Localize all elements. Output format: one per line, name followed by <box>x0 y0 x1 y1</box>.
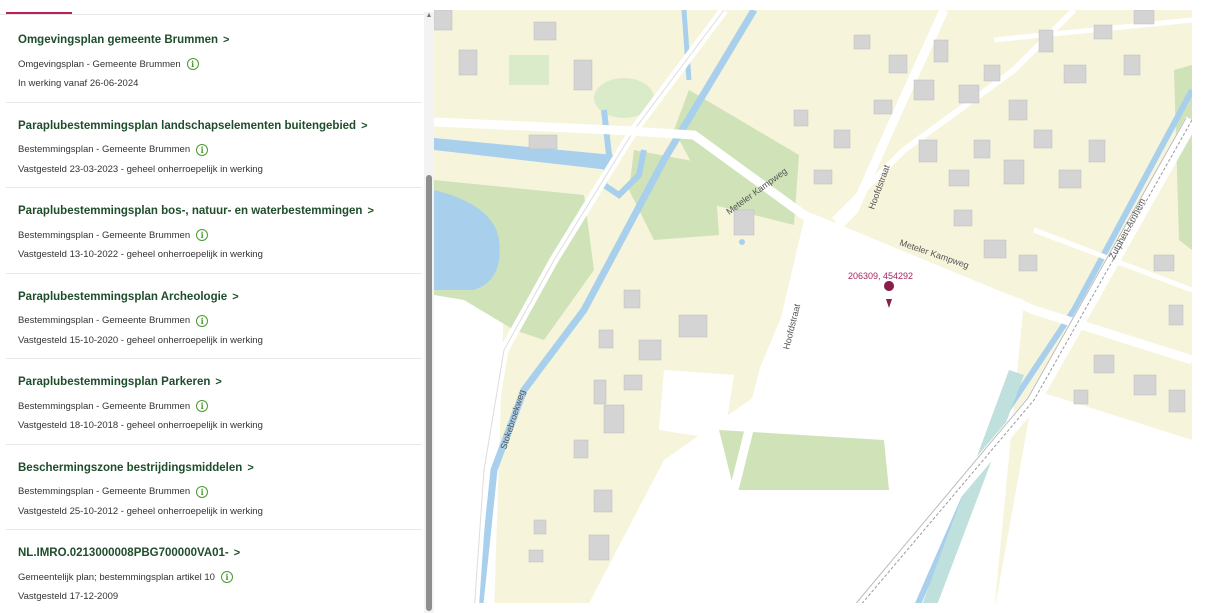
chevron-right-icon: > <box>232 290 239 303</box>
plan-title-link[interactable]: Paraplubestemmingsplan bos-, natuur- en … <box>18 205 374 217</box>
chevron-right-icon: > <box>233 547 241 559</box>
plan-list: Omgevingsplan gemeente Brummen > Omgeving… <box>0 17 424 613</box>
panel-divider <box>0 14 424 15</box>
plan-status: Vastgesteld 17-12-2009 <box>18 591 119 602</box>
plan-subtitle: Bestemmingsplan - Gemeente Brummen <box>18 144 191 155</box>
map-view[interactable]: Meteler Kampweg Meteler Kampweg Hoofdstr… <box>434 10 1192 613</box>
info-icon[interactable]: i <box>196 485 209 498</box>
scrollbar-thumb[interactable] <box>426 175 432 611</box>
plan-subtitle: Omgevingsplan - Gemeente Brummen <box>18 58 181 70</box>
plan-item: Paraplubestemmingsplan Archeologie > Best… <box>6 274 422 359</box>
chevron-right-icon: > <box>247 461 254 474</box>
plan-status: Vastgesteld 15-10-2020 - geheel onherroe… <box>18 334 263 346</box>
chevron-right-icon: > <box>367 205 374 217</box>
scroll-up-arrow-icon[interactable]: ▲ <box>425 12 433 20</box>
info-icon[interactable]: i <box>196 314 209 327</box>
plan-status: Vastgesteld 18-10-2018 - geheel onherroe… <box>18 420 263 431</box>
info-icon[interactable]: i <box>196 143 209 156</box>
plan-item: Beschermingszone bestrijdingsmiddelen > B… <box>6 445 422 530</box>
map-bottom-margin <box>434 603 1192 613</box>
open-field <box>659 370 734 440</box>
plan-title-link[interactable]: Paraplubestemmingsplan Archeologie > <box>18 291 239 303</box>
plan-item: Paraplubestemmingsplan bos-, natuur- en … <box>6 188 422 274</box>
plan-subtitle: Bestemmingsplan - Gemeente Brummen <box>18 400 191 412</box>
plan-title-link[interactable]: Paraplubestemmingsplan landschapselement… <box>18 120 368 132</box>
plan-item: Paraplubestemmingsplan Parkeren > Bestemm… <box>6 359 422 445</box>
info-icon[interactable]: i <box>196 229 209 241</box>
plan-subtitle: Gemeentelijk plan; bestemmingsplan artik… <box>18 571 215 583</box>
plan-title-link[interactable]: Beschermingszone bestrijdingsmiddelen > <box>18 462 254 474</box>
plan-item: Omgevingsplan gemeente Brummen > Omgeving… <box>6 17 422 103</box>
plan-subtitle: Bestemmingsplan - Gemeente Brummen <box>18 315 191 326</box>
plan-status: Vastgesteld 13-10-2022 - geheel onherroe… <box>18 249 263 260</box>
open-field <box>434 270 504 613</box>
plans-panel: Omgevingsplan gemeente Brummen > Omgeving… <box>0 0 434 613</box>
green-area <box>509 55 549 85</box>
info-icon[interactable]: i <box>186 58 199 70</box>
coordinate-label: 206309, 454292 <box>848 271 913 281</box>
plan-title-link[interactable]: Omgevingsplan gemeente Brummen > <box>18 34 229 46</box>
plan-item: NL.IMRO.0213000008PBG700000VA01- > Gemeen… <box>6 530 422 613</box>
info-icon[interactable]: i <box>220 571 233 583</box>
chevron-right-icon: > <box>361 119 368 132</box>
plan-subtitle: Bestemmingsplan - Gemeente Brummen <box>18 229 191 241</box>
plan-title-link[interactable]: NL.IMRO.0213000008PBG700000VA01- > <box>18 547 240 559</box>
chevron-right-icon: > <box>223 34 230 46</box>
plan-status: Vastgesteld 23-03-2023 - geheel onherroe… <box>18 163 263 175</box>
plan-subtitle: Bestemmingsplan - Gemeente Brummen <box>18 486 191 497</box>
plan-status: Vastgesteld 25-10-2012 - geheel onherroe… <box>18 505 263 517</box>
plan-title-link[interactable]: Paraplubestemmingsplan Parkeren > <box>18 376 222 388</box>
plan-item: Paraplubestemmingsplan landschapselement… <box>6 103 422 188</box>
plan-status: In werking vanaf 26-06-2024 <box>18 78 139 89</box>
info-icon[interactable]: i <box>196 400 209 412</box>
pool <box>739 239 745 245</box>
map-canvas[interactable]: Meteler Kampweg Meteler Kampweg Hoofdstr… <box>434 10 1192 613</box>
chevron-right-icon: > <box>215 376 222 388</box>
